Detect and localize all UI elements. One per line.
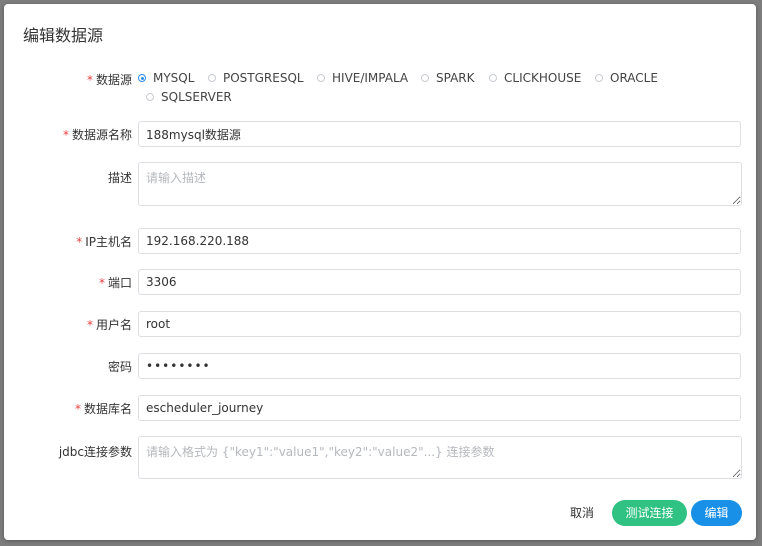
edit-button[interactable]: 编辑 bbox=[691, 500, 742, 526]
description-textarea[interactable] bbox=[138, 162, 742, 206]
required-mark: * bbox=[98, 276, 105, 290]
radio-oracle[interactable]: ORACLE bbox=[595, 71, 658, 85]
required-mark: * bbox=[86, 318, 93, 332]
required-mark: * bbox=[62, 128, 69, 142]
radio-postgresql[interactable]: POSTGRESQL bbox=[208, 71, 304, 85]
radio-dot bbox=[317, 74, 325, 82]
jdbc-params-textarea[interactable] bbox=[138, 436, 742, 479]
radio-dot bbox=[489, 74, 497, 82]
edit-datasource-dialog: 编辑数据源 * 数据源 MYSQL POSTGRESQL HIVE/IMPALA … bbox=[4, 4, 756, 540]
radio-dot bbox=[146, 93, 154, 101]
datasource-label: * 数据源 bbox=[87, 71, 132, 88]
radio-dot bbox=[138, 74, 146, 82]
cancel-button[interactable]: 取消 bbox=[560, 500, 604, 526]
required-mark: * bbox=[86, 73, 93, 87]
radio-dot bbox=[421, 74, 429, 82]
radio-spark[interactable]: SPARK bbox=[421, 71, 475, 85]
database-input[interactable] bbox=[138, 395, 741, 421]
radio-sqlserver[interactable]: SQLSERVER bbox=[146, 90, 232, 104]
required-mark: * bbox=[74, 402, 81, 416]
password-input[interactable] bbox=[138, 353, 741, 379]
dialog-title: 编辑数据源 bbox=[23, 26, 104, 45]
username-label: * 用户名 bbox=[87, 316, 132, 333]
datasource-name-input[interactable] bbox=[138, 121, 741, 147]
host-label: * IP主机名 bbox=[76, 233, 132, 250]
host-input[interactable] bbox=[138, 228, 741, 254]
description-label: 描述 bbox=[107, 171, 132, 185]
name-label: * 数据源名称 bbox=[63, 126, 132, 143]
radio-label: SQLSERVER bbox=[161, 90, 232, 104]
jdbc-label: jdbc连接参数 bbox=[58, 445, 132, 459]
datasource-label-text: 数据源 bbox=[95, 73, 132, 87]
username-label-text: 用户名 bbox=[95, 318, 132, 332]
radio-clickhouse[interactable]: CLICKHOUSE bbox=[489, 71, 581, 85]
required-mark: * bbox=[76, 235, 83, 249]
database-label-text: 数据库名 bbox=[83, 402, 132, 416]
radio-dot bbox=[208, 74, 216, 82]
radio-label: MYSQL bbox=[153, 71, 195, 85]
host-label-text: IP主机名 bbox=[85, 235, 132, 249]
port-label-text: 端口 bbox=[107, 276, 132, 290]
username-input[interactable] bbox=[138, 311, 741, 337]
radio-label: HIVE/IMPALA bbox=[332, 71, 409, 85]
port-label: * 端口 bbox=[99, 274, 132, 291]
name-label-text: 数据源名称 bbox=[71, 128, 132, 142]
radio-label: ORACLE bbox=[610, 71, 658, 85]
radio-mysql[interactable]: MYSQL bbox=[138, 71, 194, 85]
radio-label: SPARK bbox=[436, 71, 475, 85]
radio-dot bbox=[595, 74, 603, 82]
password-label: 密码 bbox=[107, 360, 132, 374]
radio-label: CLICKHOUSE bbox=[504, 71, 582, 85]
database-label: * 数据库名 bbox=[75, 400, 132, 417]
port-input[interactable] bbox=[138, 269, 741, 295]
radio-hive-impala[interactable]: HIVE/IMPALA bbox=[317, 71, 408, 85]
radio-label: POSTGRESQL bbox=[223, 71, 304, 85]
test-connection-button[interactable]: 测试连接 bbox=[612, 500, 687, 526]
